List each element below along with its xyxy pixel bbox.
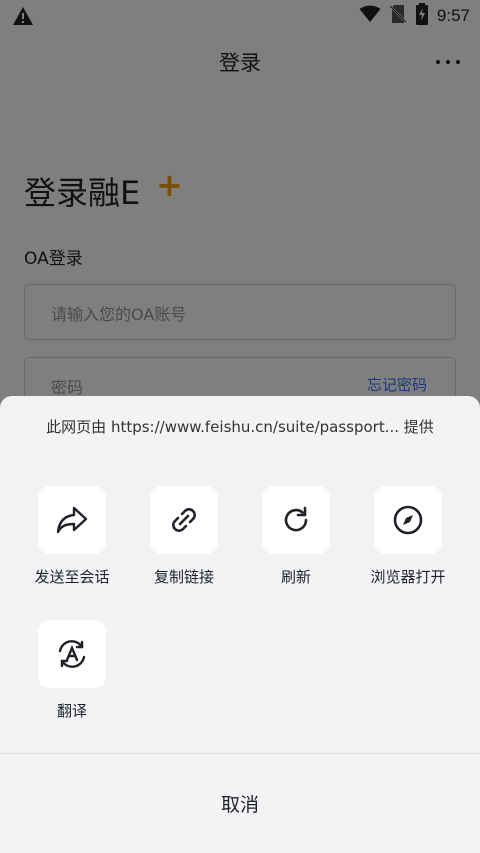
- share-forward-icon[interactable]: [38, 486, 106, 554]
- compass-icon[interactable]: [374, 486, 442, 554]
- action-label: 刷新: [280, 568, 311, 586]
- refresh-icon[interactable]: [262, 486, 330, 554]
- translate-icon[interactable]: [38, 620, 106, 688]
- action-label: 复制链接: [153, 568, 214, 586]
- copy-link-action[interactable]: 复制链接: [128, 486, 240, 587]
- action-label: 浏览器打开: [370, 568, 446, 586]
- open-in-browser-action[interactable]: 浏览器打开: [352, 486, 464, 587]
- translate-action[interactable]: 翻译: [16, 620, 128, 721]
- refresh-action[interactable]: 刷新: [240, 486, 352, 587]
- send-to-chat-action[interactable]: 发送至会话: [16, 486, 128, 587]
- action-sheet: 此网页由 https://www.feishu.cn/suite/passpor…: [0, 396, 480, 853]
- link-icon[interactable]: [150, 486, 218, 554]
- page-provider-text: 此网页由 https://www.feishu.cn/suite/passpor…: [46, 418, 434, 436]
- cancel-button[interactable]: 取消: [0, 754, 480, 853]
- action-label: 发送至会话: [34, 568, 110, 586]
- action-label: 翻译: [56, 702, 87, 720]
